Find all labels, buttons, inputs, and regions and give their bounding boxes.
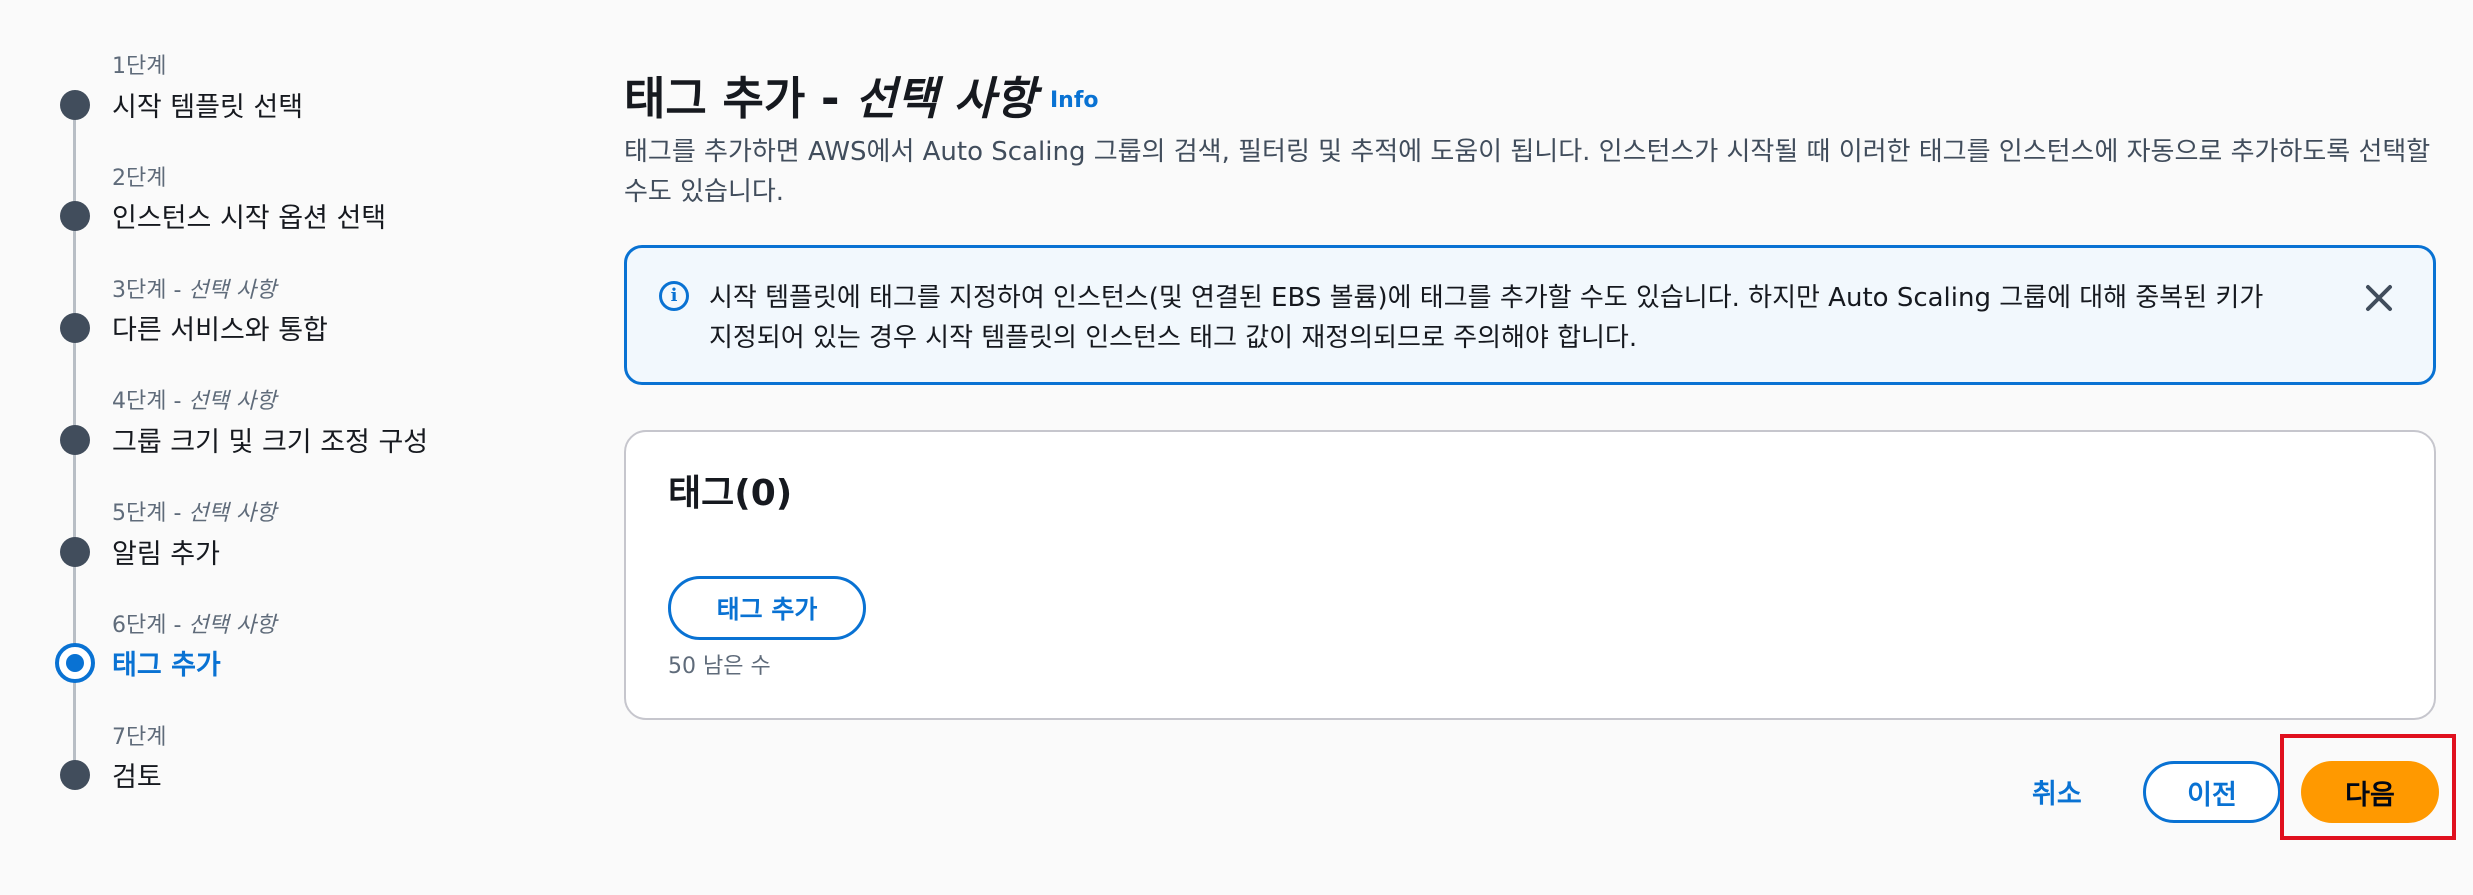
cancel-button[interactable]: 취소	[2032, 772, 2082, 811]
tags-count-title: 태그(0)	[668, 473, 793, 514]
step-title[interactable]: 시작 템플릿 선택	[112, 85, 303, 124]
page-title: 태그 추가 - 선택 사항	[624, 72, 1037, 125]
info-link[interactable]: Info	[1050, 88, 1099, 113]
step-status-dot	[60, 537, 90, 567]
step-title[interactable]: 검토	[112, 755, 162, 794]
info-icon: i	[659, 281, 689, 311]
alert-text: 시작 템플릿에 태그를 지정하여 인스턴스(및 연결된 EBS 볼륨)에 태그를…	[709, 283, 2264, 353]
step-number: 1단계	[112, 54, 167, 79]
step-status-dot	[60, 425, 90, 455]
tags-panel: 태그(0) 태그 추가 50 남은 수	[624, 430, 2436, 720]
step-status-dot	[60, 760, 90, 790]
step-current-dot	[55, 643, 95, 683]
step-number: 2단계	[112, 166, 167, 191]
info-alert: i 시작 템플릿에 태그를 지정하여 인스턴스(및 연결된 EBS 볼륨)에 태…	[624, 245, 2436, 385]
step-status-dot	[60, 90, 90, 120]
next-button[interactable]: 다음	[2301, 761, 2439, 823]
step-number: 6단계 - 선택 사항	[112, 613, 277, 638]
step-title[interactable]: 알림 추가	[112, 532, 220, 571]
step-title[interactable]: 인스턴스 시작 옵션 선택	[112, 196, 386, 235]
previous-button[interactable]: 이전	[2143, 761, 2281, 823]
step-number: 3단계 - 선택 사항	[112, 278, 277, 303]
main-content: 태그 추가 - 선택 사항 Info 태그를 추가하면 AWS에서 Auto S…	[624, 0, 2456, 895]
page-description: 태그를 추가하면 AWS에서 Auto Scaling 그룹의 검색, 필터링 …	[624, 137, 2431, 207]
remaining-tags-count: 50 남은 수	[668, 654, 771, 679]
step-title[interactable]: 그룹 크기 및 크기 조정 구성	[112, 420, 428, 459]
close-icon[interactable]	[2359, 278, 2399, 318]
add-tag-button[interactable]: 태그 추가	[668, 576, 866, 640]
step-status-dot	[60, 313, 90, 343]
step-title[interactable]: 태그 추가	[112, 643, 221, 682]
step-title[interactable]: 다른 서비스와 통합	[112, 308, 328, 347]
wizard-steps: 1단계 시작 템플릿 선택 2단계 인스턴스 시작 옵션 선택 3단계 - 선택…	[0, 0, 560, 895]
step-number: 5단계 - 선택 사항	[112, 501, 277, 526]
step-number: 4단계 - 선택 사항	[112, 389, 277, 414]
step-status-dot	[60, 201, 90, 231]
step-number: 7단계	[112, 725, 167, 750]
